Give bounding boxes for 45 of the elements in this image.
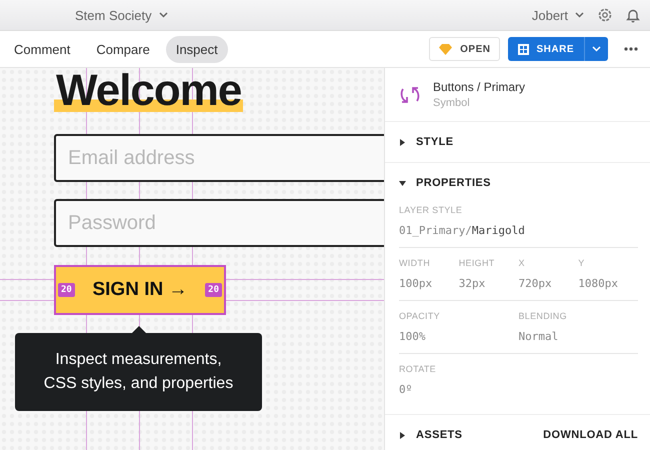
diamond-icon [439,44,452,54]
download-all-link[interactable]: DOWNLOAD ALL [543,429,638,441]
user-dropdown[interactable]: Jobert [532,8,584,22]
property-label: Y [578,258,586,268]
section-header[interactable]: PROPERTIES [399,177,491,189]
property-label: X [518,258,526,268]
property-value: 32px [458,277,486,290]
bell-icon[interactable] [626,8,640,22]
symbol-icon [399,84,421,104]
property-label: BLENDING [518,311,568,321]
property-value: 100px [399,277,434,290]
property-label: ROTATE [399,364,437,374]
tooltip-pointer [132,326,146,333]
property-value: Normal [518,330,560,343]
property-value: 01_Primary/Marigold [399,224,526,237]
property-value: 0º [399,383,414,396]
more-icon[interactable] [624,47,638,51]
property-label: HEIGHT [458,258,496,268]
chevron-icon [158,12,168,18]
open-button[interactable]: OPEN [429,37,500,61]
chevron-icon [575,12,584,18]
layer-title: Buttons / Primary [433,80,526,94]
sign-in-button[interactable]: 20 SIGN IN → 20 [54,265,226,315]
tooltip: Inspect measurements, CSS styles, and properties [15,333,262,411]
section-header[interactable]: STYLE [399,136,454,148]
spacing-badge: 20 [205,283,222,297]
tab[interactable]: Comment [4,36,80,62]
tab[interactable]: Inspect [166,36,228,62]
layer-type: Symbol [433,97,471,109]
property-label: WIDTH [399,258,431,268]
section-header[interactable]: ASSETS [399,429,462,441]
settings-icon[interactable] [598,8,612,22]
tab[interactable]: Compare [86,36,160,62]
grid-icon [518,44,530,54]
property-label: LAYER STYLE [399,205,464,215]
property-label: OPACITY [399,311,441,321]
property-value: 720px [518,277,553,290]
spacing-badge: 20 [58,283,75,297]
property-value: 100% [399,330,426,343]
workspace-dropdown[interactable]: Stem Society [75,8,168,22]
chevron-icon [592,46,601,52]
share-button[interactable]: SHARE [508,37,584,61]
input-field[interactable]: Email address [54,134,384,182]
input-field[interactable]: Password [54,199,384,247]
property-value: 1080px [578,277,619,290]
